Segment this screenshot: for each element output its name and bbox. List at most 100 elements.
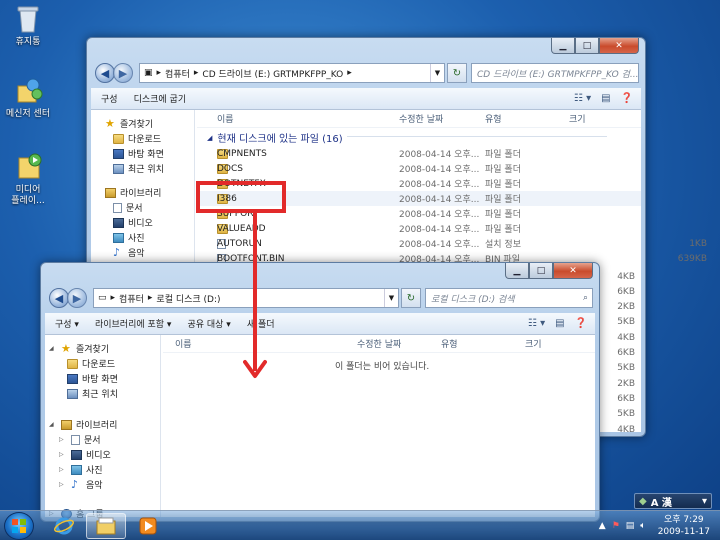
column-type[interactable]: 유형 xyxy=(485,112,502,125)
network-icon[interactable]: ▤ xyxy=(626,521,635,531)
expand-icon[interactable]: ◢ xyxy=(49,345,57,352)
start-button[interactable] xyxy=(4,512,34,540)
taskbar-explorer-button[interactable] xyxy=(86,513,126,539)
preview-pane-icon[interactable]: ▤ xyxy=(601,93,610,104)
maximize-button[interactable]: □ xyxy=(575,38,599,54)
address-bar[interactable]: ▣ ▸ 컴퓨터 ▸ CD 드라이브 (E:) GRTMPKFPP_KO ▸ ▼ xyxy=(139,63,445,83)
command-bar: 구성 디스크에 굽기 ☷ ▾ ▤ ❓ xyxy=(91,88,641,110)
nav-pictures[interactable]: 사진 xyxy=(91,230,194,245)
nav-favorites[interactable]: ◢ ★ 즐겨찾기 xyxy=(45,341,160,356)
address-bar[interactable]: ▭ ▸ 컴퓨터 ▸ 로컬 디스크 (D:) ▼ xyxy=(93,288,399,308)
organize-button[interactable]: 구성 ▾ xyxy=(55,317,79,330)
expand-icon[interactable]: ▷ xyxy=(59,436,67,443)
nav-favorites[interactable]: ★ 즐겨찾기 xyxy=(91,116,194,131)
file-row-cmpnents[interactable]: CMPNENTS 2008-04-14 오후... 파일 폴더 xyxy=(197,146,641,161)
address-segment[interactable]: 컴퓨터 xyxy=(119,292,144,305)
file-name: DOCS xyxy=(217,163,244,174)
desktop-icon-media-player[interactable]: 미디어 플레이... xyxy=(0,152,56,207)
preview-pane-icon[interactable]: ▤ xyxy=(555,318,564,329)
language-grip-icon: ◆ xyxy=(639,495,647,507)
media-player-icon xyxy=(139,517,157,535)
column-name[interactable]: 이름 xyxy=(217,112,234,125)
command-bar: 구성 ▾ 라이브러리에 포함 ▾ 공유 대상 ▾ 새 폴더 ☷ ▾ ▤ ❓ xyxy=(45,313,595,335)
share-with-button[interactable]: 공유 대상 ▾ xyxy=(187,317,230,330)
help-icon[interactable]: ❓ xyxy=(621,93,633,104)
column-type[interactable]: 유형 xyxy=(441,337,458,350)
file-date: 2008-04-14 오후... xyxy=(399,210,480,220)
address-segment[interactable]: 컴퓨터 xyxy=(165,67,190,80)
file-type: 파일 폴더 xyxy=(485,225,521,235)
view-options-icon[interactable]: ☷ ▾ xyxy=(528,318,545,329)
nav-documents[interactable]: ▷ 문서 xyxy=(45,432,160,447)
forward-button[interactable]: ▶ xyxy=(113,63,133,83)
nav-pictures[interactable]: ▷ 사진 xyxy=(45,462,160,477)
column-headers: 이름 수정한 날짜 유형 크기 xyxy=(197,110,641,128)
nav-downloads[interactable]: 다운로드 xyxy=(45,356,160,371)
nav-music[interactable]: ♪ 음악 xyxy=(91,245,194,260)
column-name[interactable]: 이름 xyxy=(175,337,192,350)
address-segment[interactable]: 로컬 디스크 (D:) xyxy=(156,292,220,305)
nav-videos[interactable]: ▷ 비디오 xyxy=(45,447,160,462)
nav-downloads[interactable]: 다운로드 xyxy=(91,131,194,146)
nav-desktop[interactable]: 바탕 화면 xyxy=(91,146,194,161)
library-icon xyxy=(61,419,72,430)
desktop-icon-messenger-center[interactable]: 메신저 센터 xyxy=(0,76,56,120)
volume-icon[interactable]: 🔈︎ xyxy=(640,521,645,531)
back-button[interactable]: ◀ xyxy=(95,63,115,83)
nav-recent[interactable]: 최근 위치 xyxy=(91,161,194,176)
windows-logo-icon xyxy=(12,519,26,533)
address-segment[interactable]: CD 드라이브 (E:) GRTMPKFPP_KO xyxy=(202,67,343,80)
nav-libraries[interactable]: ◢ 라이브러리 xyxy=(45,417,160,432)
column-size[interactable]: 크기 xyxy=(569,112,586,125)
organize-button[interactable]: 구성 xyxy=(101,92,118,105)
refresh-button[interactable]: ↻ xyxy=(401,288,421,308)
help-icon[interactable]: ❓ xyxy=(575,318,587,329)
group-header[interactable]: ◢ 현재 디스크에 있는 파일 (16) xyxy=(207,130,606,145)
close-button[interactable]: ✕ xyxy=(599,38,639,54)
search-input[interactable]: CD 드라이브 (E:) GRTMPKFPP_KO 검... ⌕ xyxy=(471,63,639,83)
address-dropdown-icon[interactable]: ▼ xyxy=(430,64,444,82)
back-button[interactable]: ◀ xyxy=(49,288,69,308)
taskbar-media-player-button[interactable] xyxy=(128,513,168,539)
taskbar-ie-button[interactable] xyxy=(44,513,84,539)
action-center-flag-icon[interactable]: ⚑ xyxy=(612,521,620,531)
forward-button[interactable]: ▶ xyxy=(67,288,87,308)
column-modified[interactable]: 수정한 날짜 xyxy=(357,337,401,350)
nav-videos[interactable]: 비디오 xyxy=(91,215,194,230)
minimize-button[interactable]: ▁ xyxy=(551,38,575,54)
expand-icon[interactable]: ▷ xyxy=(59,466,67,473)
minimize-button[interactable]: ▁ xyxy=(505,263,529,279)
refresh-button[interactable]: ↻ xyxy=(447,63,467,83)
annotation-arrow-shaft xyxy=(253,213,257,371)
nav-libraries[interactable]: 라이브러리 xyxy=(91,185,194,200)
close-button[interactable]: ✕ xyxy=(553,263,593,279)
view-options-icon[interactable]: ☷ ▾ xyxy=(574,93,591,104)
nav-documents[interactable]: 문서 xyxy=(91,200,194,215)
address-dropdown-icon[interactable]: ▼ xyxy=(384,289,398,307)
nav-music[interactable]: ▷ ♪ 음악 xyxy=(45,477,160,492)
taskbar: ▲ ⚑ ▤ 🔈︎ 오후 7:29 2009-11-17 xyxy=(0,510,720,540)
burn-disc-button[interactable]: 디스크에 굽기 xyxy=(134,92,187,105)
search-input[interactable]: 로컬 디스크 (D:) 검색 ⌕ xyxy=(425,288,593,308)
nav-recent[interactable]: 최근 위치 xyxy=(45,386,160,401)
file-size: 4KB xyxy=(617,424,635,435)
maximize-button[interactable]: □ xyxy=(529,263,553,279)
explorer-window-local-disk[interactable]: ▁ □ ✕ ◀ ▶ ▭ ▸ 컴퓨터 ▸ 로컬 디스크 (D:) ▼ ↻ 로컬 디… xyxy=(40,262,600,522)
file-row-valueadd[interactable]: VALUEADD 2008-04-14 오후... 파일 폴더 xyxy=(197,221,641,236)
expand-icon[interactable]: ◢ xyxy=(49,421,57,428)
expand-icon[interactable]: ▷ xyxy=(59,451,67,458)
file-row-docs[interactable]: DOCS 2008-04-14 오후... 파일 폴더 xyxy=(197,161,641,176)
expand-icon[interactable]: ▷ xyxy=(59,481,67,488)
desktop-icon-recycle-bin[interactable]: 휴지통 xyxy=(0,4,56,48)
show-hidden-icons-icon[interactable]: ▲ xyxy=(599,521,606,531)
file-row-autorun[interactable]: AUTORUN 2008-04-14 오후... 설치 정보 1KB xyxy=(197,236,707,251)
new-folder-button[interactable]: 새 폴더 xyxy=(247,317,275,330)
nav-desktop[interactable]: 바탕 화면 xyxy=(45,371,160,386)
language-bar[interactable]: ◆ A 漢 ▾ xyxy=(634,493,712,509)
clock[interactable]: 오후 7:29 2009-11-17 xyxy=(658,514,710,538)
language-options-icon[interactable]: ▾ xyxy=(702,496,707,507)
column-modified[interactable]: 수정한 날짜 xyxy=(399,112,443,125)
include-in-library-button[interactable]: 라이브러리에 포함 ▾ xyxy=(95,317,172,330)
column-headers: 이름 수정한 날짜 유형 크기 xyxy=(163,335,595,353)
column-size[interactable]: 크기 xyxy=(525,337,542,350)
